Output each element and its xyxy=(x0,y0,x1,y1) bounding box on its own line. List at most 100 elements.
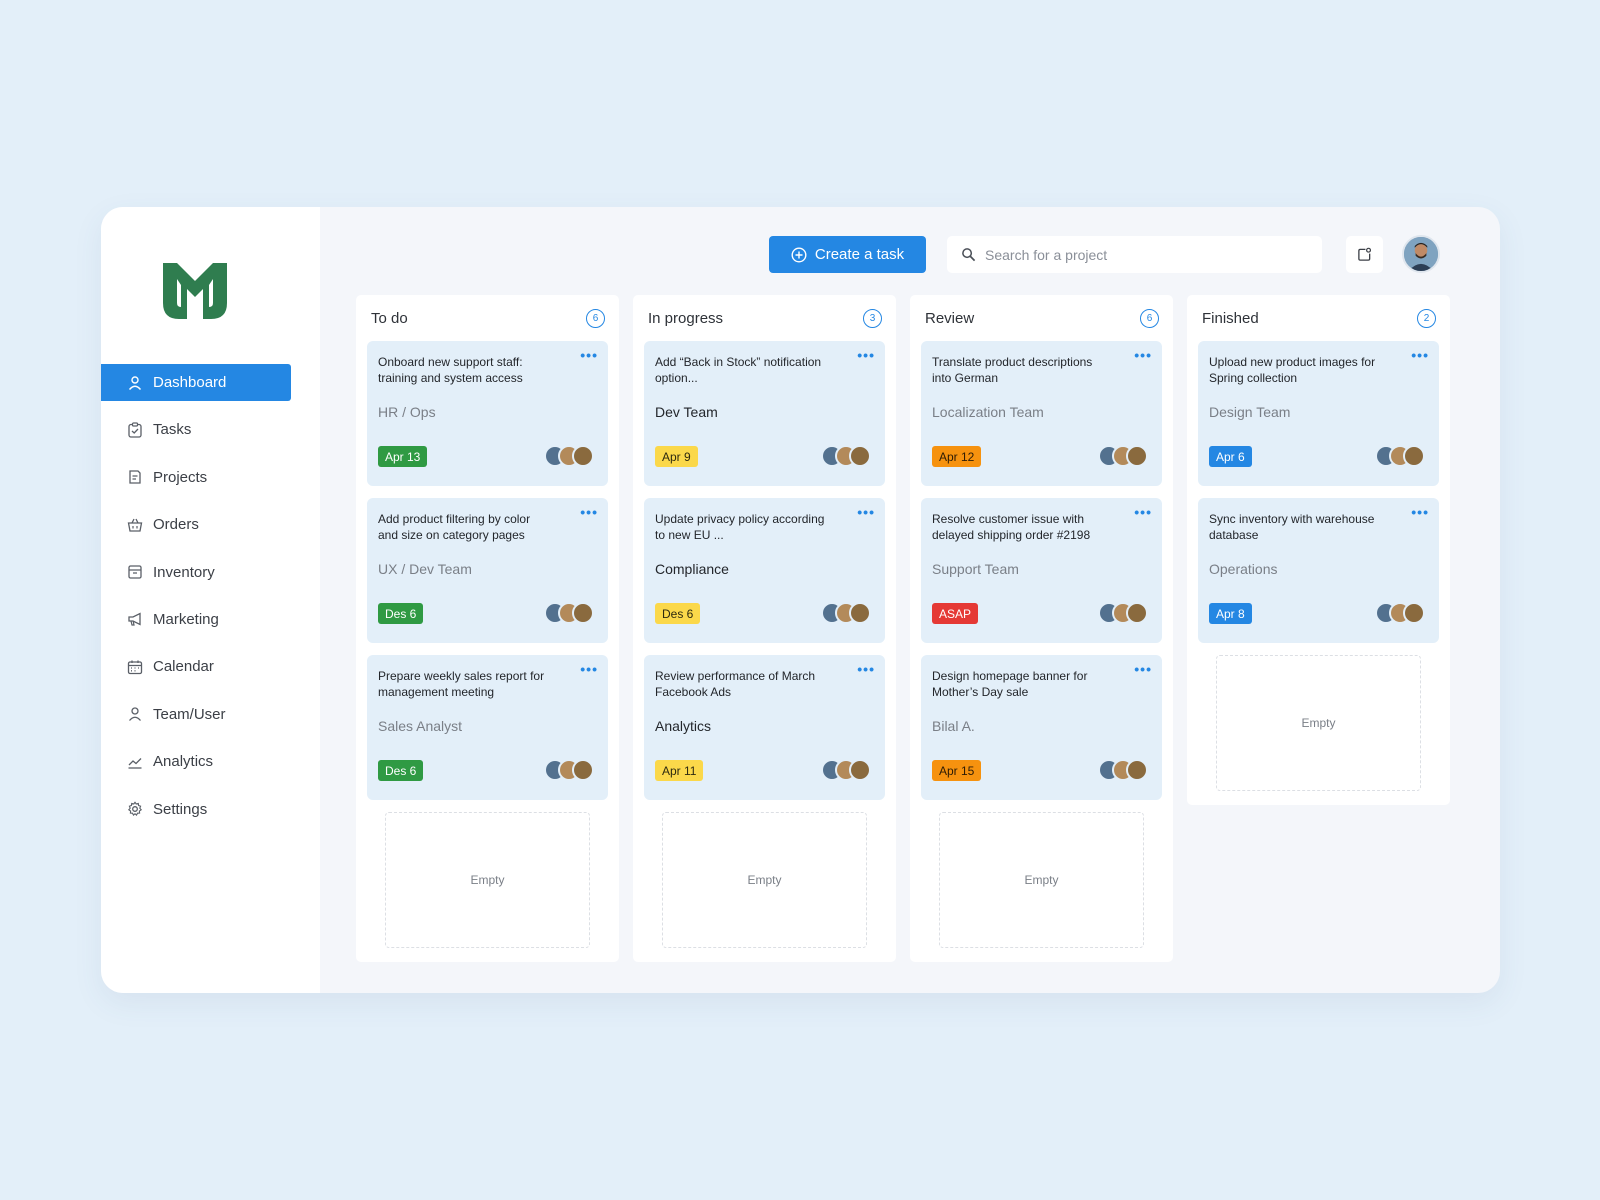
sidebar-item-orders[interactable]: Orders xyxy=(101,506,320,543)
more-options-icon[interactable]: ••• xyxy=(580,504,598,520)
column-count-badge: 6 xyxy=(586,308,605,328)
app-window: Dashboard Tasks Projects Orders Inventor… xyxy=(101,207,1500,993)
assignee-avatars[interactable] xyxy=(1375,602,1425,624)
sidebar-item-marketing[interactable]: Marketing xyxy=(101,601,320,638)
more-options-icon[interactable]: ••• xyxy=(857,347,875,363)
avatar xyxy=(1126,759,1148,781)
more-options-icon[interactable]: ••• xyxy=(580,347,598,363)
task-card[interactable]: Review performance of March Facebook Ads… xyxy=(644,655,885,800)
task-card[interactable]: Resolve customer issue with delayed ship… xyxy=(921,498,1162,643)
assignee-avatars[interactable] xyxy=(544,759,594,781)
column-title: To do xyxy=(371,309,408,327)
empty-drop-zone[interactable]: Empty xyxy=(939,812,1144,948)
notification-icon xyxy=(1358,247,1372,261)
sidebar: Dashboard Tasks Projects Orders Inventor… xyxy=(101,207,320,993)
brand-logo[interactable] xyxy=(157,259,233,323)
assignee-avatars[interactable] xyxy=(1098,759,1148,781)
task-card[interactable]: Update privacy policy according to new E… xyxy=(644,498,885,643)
assignee-avatars[interactable] xyxy=(821,602,871,624)
task-card[interactable]: Sync inventory with warehouse database ••… xyxy=(1198,498,1439,643)
due-date-badge: Des 6 xyxy=(378,603,424,624)
box-icon xyxy=(127,564,143,580)
user-icon xyxy=(127,706,143,722)
task-team: Operations xyxy=(1209,561,1278,577)
assignee-avatars[interactable] xyxy=(1098,445,1148,467)
avatar xyxy=(572,602,594,624)
sidebar-item-analytics[interactable]: Analytics xyxy=(101,743,320,780)
sidebar-item-projects[interactable]: Projects xyxy=(101,459,320,496)
avatar xyxy=(572,759,594,781)
task-card[interactable]: Onboard new support staff: training and … xyxy=(367,341,608,486)
task-card[interactable]: Add “Back in Stock” notification option.… xyxy=(644,341,885,486)
document-icon xyxy=(127,469,143,485)
notification-button[interactable] xyxy=(1346,236,1383,273)
column-count-badge: 2 xyxy=(1417,308,1436,328)
task-title: Sync inventory with warehouse database xyxy=(1209,512,1375,542)
sidebar-item-label: Orders xyxy=(153,516,199,534)
task-card[interactable]: Upload new product images for Spring col… xyxy=(1198,341,1439,486)
assignee-avatars[interactable] xyxy=(544,602,594,624)
sidebar-item-label: Calendar xyxy=(153,658,214,676)
avatar xyxy=(1126,602,1148,624)
column-title: In progress xyxy=(648,309,724,327)
column-count-badge: 6 xyxy=(1140,308,1159,328)
task-team: Support Team xyxy=(932,561,1019,577)
column-title: Finished xyxy=(1202,309,1259,327)
due-date-badge: Apr 15 xyxy=(932,760,982,781)
due-date-badge: Apr 8 xyxy=(1209,603,1252,624)
search-bar xyxy=(947,236,1322,273)
avatar xyxy=(572,445,594,467)
task-title: Add “Back in Stock” notification option.… xyxy=(655,355,822,385)
task-card[interactable]: Prepare weekly sales report for manageme… xyxy=(367,655,608,800)
sidebar-item-tasks[interactable]: Tasks xyxy=(101,411,320,448)
empty-drop-zone[interactable]: Empty xyxy=(385,812,590,948)
more-options-icon[interactable]: ••• xyxy=(857,661,875,677)
task-card[interactable]: Design homepage banner for Mother’s Day … xyxy=(921,655,1162,800)
task-card[interactable]: Translate product descriptions into Germ… xyxy=(921,341,1162,486)
column-in-progress: In progress 3 Add “Back in Stock” notifica… xyxy=(633,295,896,962)
basket-icon xyxy=(127,517,143,533)
task-title: Resolve customer issue with delayed ship… xyxy=(932,512,1091,542)
more-options-icon[interactable]: ••• xyxy=(1134,661,1152,677)
avatar xyxy=(1126,445,1148,467)
due-date-badge: Apr 13 xyxy=(378,446,428,467)
create-task-label: Create a task xyxy=(814,246,905,263)
search-input[interactable] xyxy=(985,246,1315,263)
more-options-icon[interactable]: ••• xyxy=(1411,347,1429,363)
avatar xyxy=(849,602,871,624)
sidebar-item-team-user[interactable]: Team/User xyxy=(101,696,320,733)
assignee-avatars[interactable] xyxy=(544,445,594,467)
column-header: To do 6 xyxy=(356,295,619,341)
column-header: Review 6 xyxy=(910,295,1173,341)
assignee-avatars[interactable] xyxy=(821,759,871,781)
column-title: Review xyxy=(925,309,975,327)
assignee-avatars[interactable] xyxy=(821,445,871,467)
sidebar-item-inventory[interactable]: Inventory xyxy=(101,554,320,591)
gear-icon xyxy=(127,801,143,817)
due-date-badge: Apr 9 xyxy=(655,446,698,467)
empty-drop-zone[interactable]: Empty xyxy=(662,812,867,948)
column-todo: To do 6 Onboard new support staff: trainin… xyxy=(356,295,619,962)
sidebar-item-label: Settings xyxy=(153,800,208,818)
user-avatar[interactable] xyxy=(1402,235,1440,273)
empty-drop-zone[interactable]: Empty xyxy=(1216,655,1421,791)
task-card[interactable]: Add product filtering by color and size … xyxy=(367,498,608,643)
avatar xyxy=(1403,445,1425,467)
due-date-badge: Apr 11 xyxy=(655,760,704,781)
more-options-icon[interactable]: ••• xyxy=(580,661,598,677)
sidebar-item-settings[interactable]: Settings xyxy=(101,791,320,828)
sidebar-item-label: Projects xyxy=(153,468,208,486)
task-title: Review performance of March Facebook Ads xyxy=(655,669,816,699)
sidebar-item-dashboard[interactable]: Dashboard xyxy=(101,364,291,401)
create-task-button[interactable]: Create a task xyxy=(769,236,926,273)
task-title: Add product filtering by color and size … xyxy=(378,512,531,542)
more-options-icon[interactable]: ••• xyxy=(1134,504,1152,520)
task-team: Localization Team xyxy=(932,404,1044,420)
task-team: Design Team xyxy=(1209,404,1291,420)
more-options-icon[interactable]: ••• xyxy=(1134,347,1152,363)
assignee-avatars[interactable] xyxy=(1098,602,1148,624)
sidebar-item-calendar[interactable]: Calendar xyxy=(101,648,320,685)
more-options-icon[interactable]: ••• xyxy=(857,504,875,520)
more-options-icon[interactable]: ••• xyxy=(1411,504,1429,520)
assignee-avatars[interactable] xyxy=(1375,445,1425,467)
